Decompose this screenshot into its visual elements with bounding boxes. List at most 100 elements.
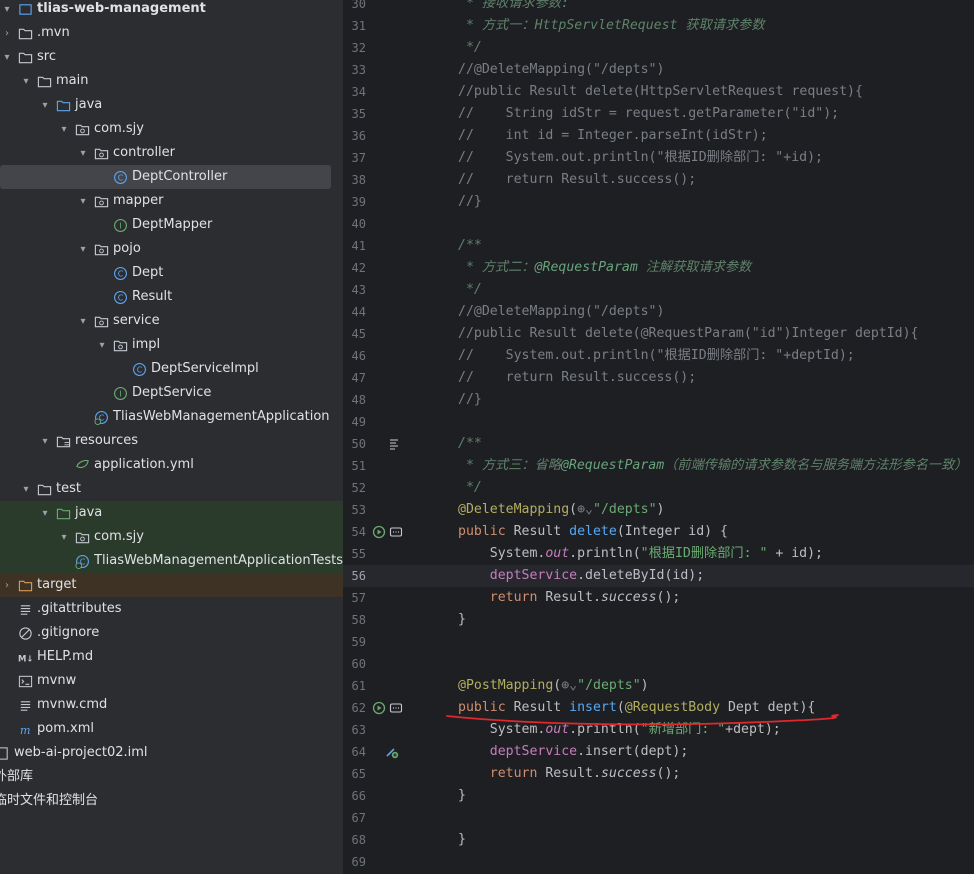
tree-item-com-sjy[interactable]: ▾ com.sjy [0, 525, 343, 549]
chevron-down-icon[interactable]: ▾ [0, 52, 14, 63]
code-line-68[interactable]: 68} [343, 829, 974, 851]
code-line-38[interactable]: 38 // return Result.success(); [343, 169, 974, 191]
tree-item-java[interactable]: ▾ java [0, 501, 343, 525]
code-line-31[interactable]: 31 * 方式一：HttpServletRequest 获取请求参数 [343, 15, 974, 37]
code-line-69[interactable]: 69 [343, 851, 974, 873]
code-line-56[interactable]: 56 deptService.deleteById(id); [343, 565, 974, 587]
tree-item-deptmapper[interactable]: I DeptMapper [0, 213, 343, 237]
tree-item--[interactable]: 临时文件和控制台 [0, 789, 343, 813]
tree-item-test[interactable]: ▾ test [0, 477, 343, 501]
spring-run-icon[interactable] [372, 701, 386, 715]
code-line-54[interactable]: 54 public Result delete(Integer id) { [343, 521, 974, 543]
code-line-34[interactable]: 34 //public Result delete(HttpServletRequ… [343, 81, 974, 103]
tree-item-deptcontroller[interactable]: C DeptController [0, 165, 331, 189]
chevron-right-icon[interactable]: › [0, 580, 14, 591]
code-line-35[interactable]: 35 // String idStr = request.getParameter… [343, 103, 974, 125]
endpoint-icon[interactable] [389, 701, 403, 715]
code-line-43[interactable]: 43 */ [343, 279, 974, 301]
tree-item-pom-xml[interactable]: m pom.xml [0, 717, 343, 741]
code-editor[interactable]: 30 * 接收请求参数: 31 * 方式一：HttpServletRequest … [343, 0, 974, 874]
code-line-50[interactable]: 50 /** [343, 433, 974, 455]
code-line-47[interactable]: 47 // return Result.success(); [343, 367, 974, 389]
code-line-40[interactable]: 40 [343, 213, 974, 235]
line-number: 68 [351, 833, 366, 847]
structure-icon[interactable] [387, 437, 401, 451]
tree-item--gitattributes[interactable]: .gitattributes [0, 597, 343, 621]
code-line-66[interactable]: 66} [343, 785, 974, 807]
code-line-39[interactable]: 39 //} [343, 191, 974, 213]
code-line-61[interactable]: 61 @PostMapping(⊕⌄"/depts") [343, 675, 974, 697]
tree-item-help-md[interactable]: M↓ HELP.md [0, 645, 343, 669]
tree-item--gitignore[interactable]: .gitignore [0, 621, 343, 645]
code-line-63[interactable]: 63 System.out.println("新增部门: "+dept); [343, 719, 974, 741]
chevron-down-icon[interactable]: ▾ [57, 124, 71, 135]
tree-item--[interactable]: 外部库 [0, 765, 343, 789]
tree-item-src[interactable]: ▾ src [0, 45, 343, 69]
code-line-55[interactable]: 55 System.out.println("根据ID删除部门: " + id)… [343, 543, 974, 565]
code-line-30[interactable]: 30 * 接收请求参数: [343, 0, 974, 15]
tree-item-controller[interactable]: ▾ controller [0, 141, 343, 165]
code-line-52[interactable]: 52 */ [343, 477, 974, 499]
chevron-down-icon[interactable]: ▾ [38, 436, 52, 447]
code-line-64[interactable]: 64 deptService.insert(dept); [343, 741, 974, 763]
tree-item-mvnw-cmd[interactable]: mvnw.cmd [0, 693, 343, 717]
code-line-51[interactable]: 51 * 方式三：省略@RequestParam（前端传输的请求参数名与服务端方… [343, 455, 974, 477]
code-line-57[interactable]: 57 return Result.success(); [343, 587, 974, 609]
tree-item-tliaswebmanagementapplication[interactable]: C TliasWebManagementApplication [0, 405, 343, 429]
spring-run-icon[interactable] [372, 525, 386, 539]
tree-item-result[interactable]: C Result [0, 285, 343, 309]
code-line-58[interactable]: 58} [343, 609, 974, 631]
code-line-42[interactable]: 42 * 方式二：@RequestParam 注解获取请求参数 [343, 257, 974, 279]
code-line-36[interactable]: 36 // int id = Integer.parseInt(idStr); [343, 125, 974, 147]
tree-item-impl[interactable]: ▾ impl [0, 333, 343, 357]
tree-item-pojo[interactable]: ▾ pojo [0, 237, 343, 261]
code-line-67[interactable]: 67 [343, 807, 974, 829]
code-line-59[interactable]: 59 [343, 631, 974, 653]
code-line-60[interactable]: 60 [343, 653, 974, 675]
code-line-32[interactable]: 32 */ [343, 37, 974, 59]
tree-item-java[interactable]: ▾ java [0, 93, 343, 117]
chevron-down-icon[interactable]: ▾ [57, 532, 71, 543]
tree-item-mvnw[interactable]: mvnw [0, 669, 343, 693]
code-line-41[interactable]: 41 /** [343, 235, 974, 257]
tree-item-resources[interactable]: ▾ resources [0, 429, 343, 453]
tree-item-deptserviceimpl[interactable]: C DeptServiceImpl [0, 357, 343, 381]
code-line-45[interactable]: 45 //public Result delete(@RequestParam("… [343, 323, 974, 345]
tree-item-com-sjy[interactable]: ▾ com.sjy [0, 117, 343, 141]
tree-item-web-ai-project02-iml[interactable]: web-ai-project02.iml [0, 741, 337, 765]
tree-item-target[interactable]: › target [0, 573, 343, 597]
tree-item-tlias-web-management[interactable]: ▾ tlias-web-management [0, 0, 343, 21]
code-line-44[interactable]: 44 //@DeleteMapping("/depts") [343, 301, 974, 323]
tree-item--mvn[interactable]: › .mvn [0, 21, 343, 45]
chevron-down-icon[interactable]: ▾ [38, 100, 52, 111]
tree-item-service[interactable]: ▾ service [0, 309, 343, 333]
code-line-62[interactable]: 62 public Result insert(@RequestBody Dept… [343, 697, 974, 719]
chevron-down-icon[interactable]: ▾ [0, 4, 14, 15]
chevron-down-icon[interactable]: ▾ [19, 76, 33, 87]
code-line-49[interactable]: 49 [343, 411, 974, 433]
code-line-37[interactable]: 37 // System.out.println("根据ID删除部门: "+id)… [343, 147, 974, 169]
svg-text:C: C [117, 269, 123, 278]
tree-item-main[interactable]: ▾ main [0, 69, 343, 93]
chevron-down-icon[interactable]: ▾ [76, 244, 90, 255]
tree-item-tliaswebmanagementapplicationtests[interactable]: C TliasWebManagementApplicationTests [0, 549, 343, 573]
code-line-53[interactable]: 53 @DeleteMapping(⊕⌄"/depts") [343, 499, 974, 521]
code-line-46[interactable]: 46 // System.out.println("根据ID删除部门: "+dep… [343, 345, 974, 367]
tree-item-deptservice[interactable]: I DeptService [0, 381, 343, 405]
folder-icon [36, 481, 52, 497]
tree-item-dept[interactable]: C Dept [0, 261, 343, 285]
endpoint-icon[interactable] [389, 525, 403, 539]
spring-bean-icon[interactable] [385, 745, 399, 759]
chevron-right-icon[interactable]: › [0, 28, 14, 39]
code-line-48[interactable]: 48 //} [343, 389, 974, 411]
code-line-65[interactable]: 65 return Result.success(); [343, 763, 974, 785]
chevron-down-icon[interactable]: ▾ [76, 316, 90, 327]
chevron-down-icon[interactable]: ▾ [38, 508, 52, 519]
tree-item-mapper[interactable]: ▾ mapper [0, 189, 343, 213]
chevron-down-icon[interactable]: ▾ [19, 484, 33, 495]
chevron-down-icon[interactable]: ▾ [76, 196, 90, 207]
chevron-down-icon[interactable]: ▾ [76, 148, 90, 159]
tree-item-application-yml[interactable]: application.yml [0, 453, 343, 477]
code-line-33[interactable]: 33 //@DeleteMapping("/depts") [343, 59, 974, 81]
chevron-down-icon[interactable]: ▾ [95, 340, 109, 351]
